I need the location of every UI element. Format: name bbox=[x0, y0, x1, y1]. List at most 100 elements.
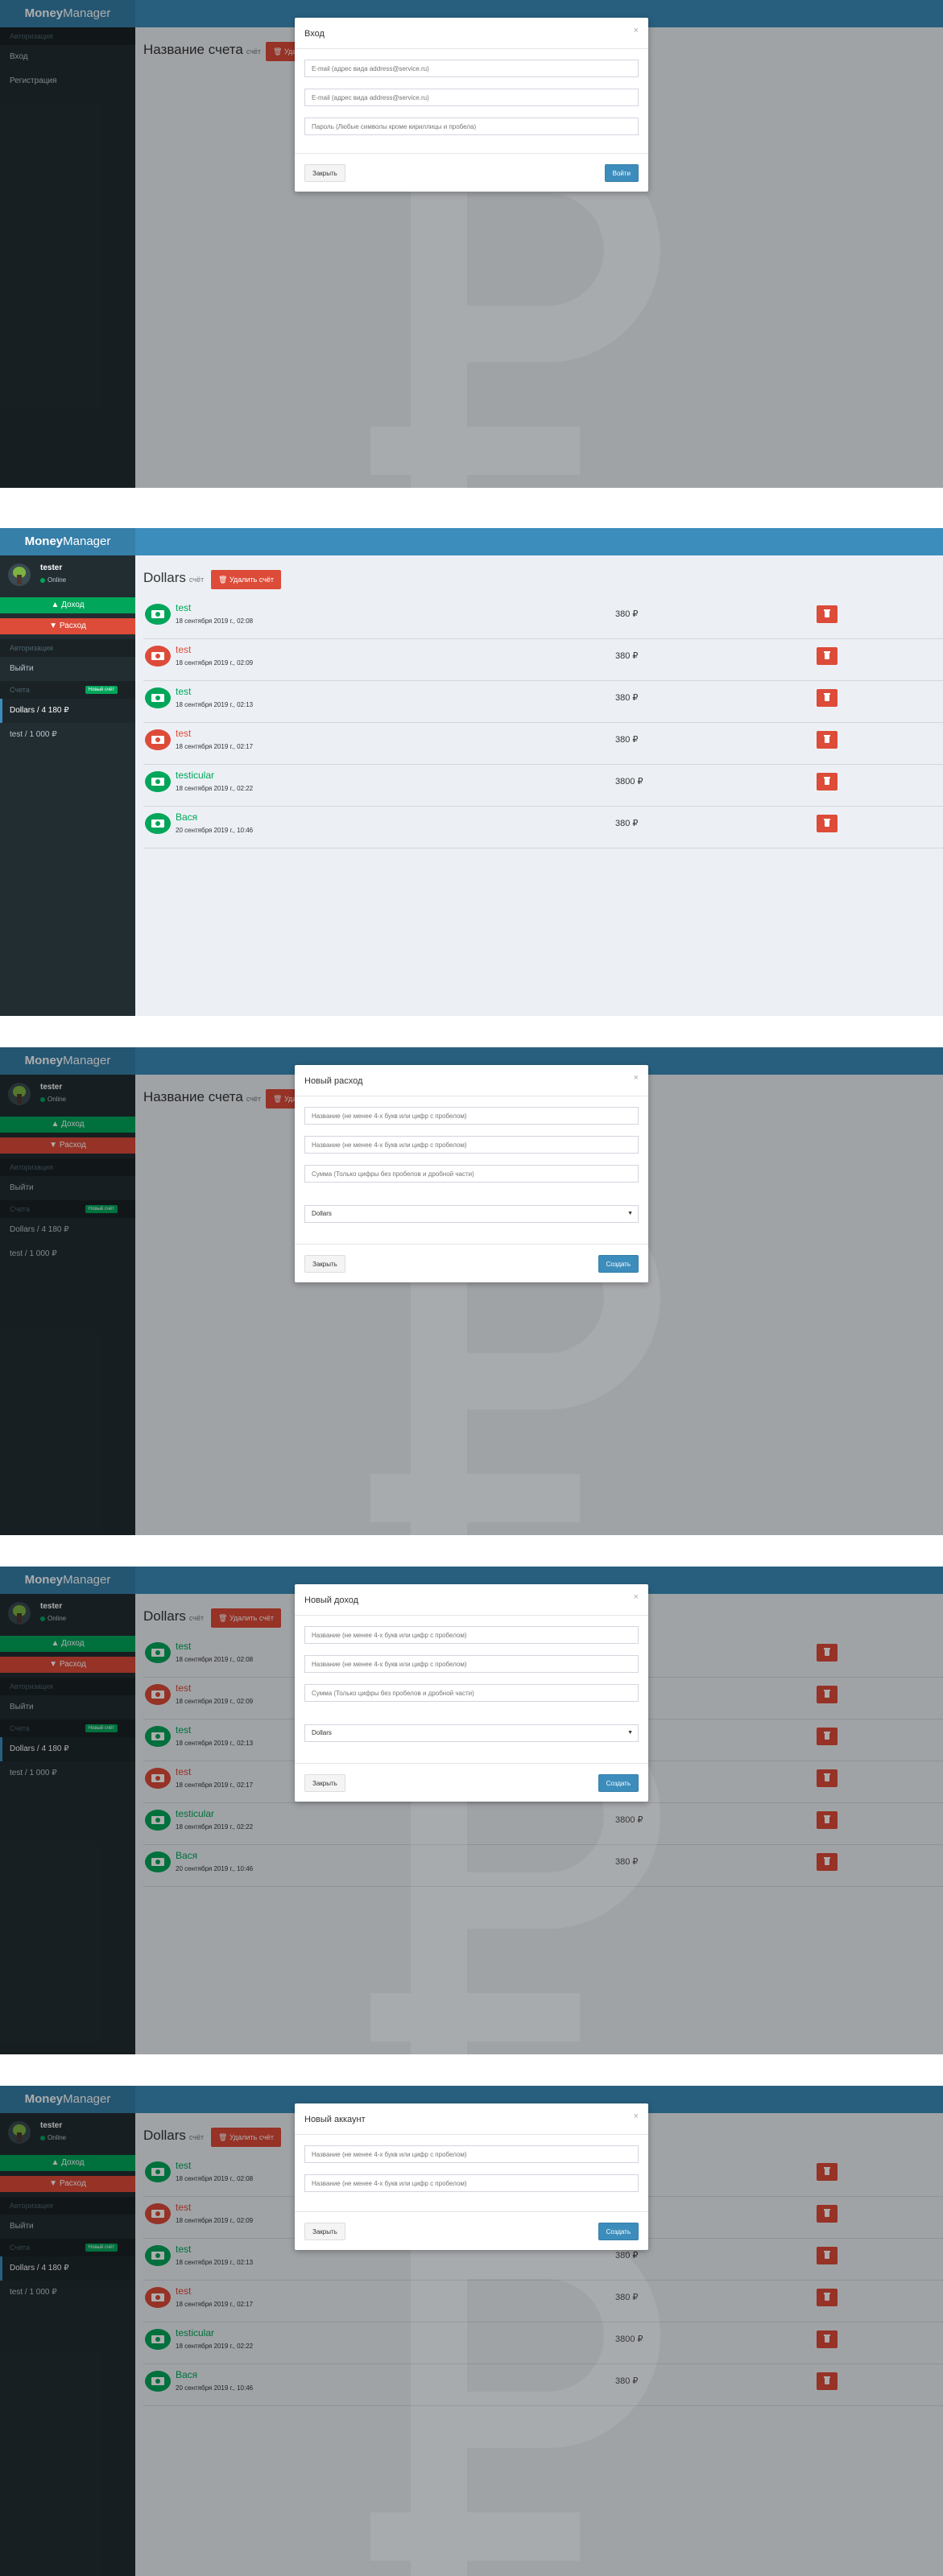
avatar bbox=[8, 564, 31, 586]
close-icon[interactable]: × bbox=[634, 1073, 639, 1083]
close-icon[interactable]: × bbox=[634, 26, 639, 35]
name-field[interactable] bbox=[304, 2145, 639, 2163]
name-field[interactable] bbox=[304, 1107, 639, 1125]
modal-title: Новый аккаунт bbox=[304, 2115, 366, 2124]
money-bill-icon bbox=[145, 687, 171, 708]
divider bbox=[295, 48, 648, 49]
delete-transaction-button[interactable] bbox=[817, 689, 838, 707]
transaction-name[interactable]: test bbox=[176, 728, 191, 739]
close-button[interactable]: Закрыть bbox=[304, 1255, 345, 1273]
divider bbox=[295, 1763, 648, 1764]
transaction-row: test 18 сентября 2019 г., 02:08 380 ₽ bbox=[143, 597, 943, 639]
close-button[interactable]: Закрыть bbox=[304, 164, 345, 182]
new-expense-modal: Новый расход × Dollars▼ Закрыть Создать bbox=[295, 1065, 648, 1282]
delete-transaction-button[interactable] bbox=[817, 647, 838, 665]
name-field[interactable] bbox=[304, 1626, 639, 1644]
delete-transaction-button[interactable] bbox=[817, 731, 838, 749]
sidebar: tester Online ▲ Доход ▼ Расход Авторизац… bbox=[0, 555, 135, 1016]
sum-field[interactable] bbox=[304, 1165, 639, 1183]
transaction-row: test 18 сентября 2019 г., 02:13 380 ₽ bbox=[143, 681, 943, 723]
screen-account: MoneyManager tester Online ▲ Доход ▼ Рас… bbox=[0, 528, 943, 1016]
user-name: tester bbox=[40, 564, 63, 572]
modal-title: Новый расход bbox=[304, 1076, 363, 1086]
app-logo[interactable]: MoneyManager bbox=[0, 528, 135, 555]
transaction-name[interactable]: test bbox=[176, 686, 191, 697]
top-navbar: MoneyManager bbox=[0, 528, 943, 555]
caret-down-icon: ▼ bbox=[627, 1730, 633, 1736]
sidebar-item-account[interactable]: test / 1 000 ₽ bbox=[0, 723, 135, 747]
transaction-row: test 18 сентября 2019 г., 02:17 380 ₽ bbox=[143, 723, 943, 765]
money-bill-icon bbox=[145, 604, 171, 625]
divider bbox=[295, 2134, 648, 2135]
transaction-amount: 380 ₽ bbox=[615, 819, 639, 828]
close-button[interactable]: Закрыть bbox=[304, 1774, 345, 1792]
user-status: Online bbox=[40, 576, 66, 584]
close-icon[interactable]: × bbox=[634, 2112, 639, 2121]
email-field[interactable] bbox=[304, 60, 639, 77]
delete-account-button[interactable]: 🗑 Удалить счёт bbox=[211, 570, 282, 589]
divider bbox=[295, 2211, 648, 2212]
delete-transaction-button[interactable] bbox=[817, 815, 838, 832]
thumbs-up-icon: ▲ bbox=[51, 601, 60, 609]
page-title: Dollars счёт bbox=[143, 570, 205, 585]
password-field[interactable] bbox=[304, 118, 639, 135]
transaction-name[interactable]: Вася bbox=[176, 811, 197, 823]
money-bill-icon bbox=[145, 771, 171, 792]
thumbs-down-icon: ▼ bbox=[49, 621, 58, 630]
name-second-field[interactable] bbox=[304, 2174, 639, 2192]
money-bill-icon bbox=[145, 813, 171, 834]
transaction-name[interactable]: test bbox=[176, 644, 191, 655]
delete-transaction-button[interactable] bbox=[817, 773, 838, 791]
transaction-amount: 380 ₽ bbox=[615, 609, 639, 619]
income-button[interactable]: ▲ Доход bbox=[0, 597, 135, 613]
create-button[interactable]: Создать bbox=[598, 2223, 639, 2240]
sum-field[interactable] bbox=[304, 1684, 639, 1702]
main-content: Dollars счёт 🗑 Удалить счёт test 18 сентяб… bbox=[135, 555, 943, 1016]
transaction-name[interactable]: testicular bbox=[176, 770, 214, 781]
sidebar-item-account[interactable]: Dollars / 4 180 ₽ bbox=[0, 699, 135, 723]
new-account-badge[interactable]: Новый счёт bbox=[85, 686, 118, 694]
ruble-watermark-icon bbox=[370, 2223, 660, 2576]
sidebar-header-auth: Авторизация bbox=[0, 639, 135, 657]
delete-transaction-button[interactable] bbox=[817, 605, 838, 623]
create-button[interactable]: Создать bbox=[598, 1255, 639, 1273]
email-confirm-field[interactable] bbox=[304, 89, 639, 106]
create-button[interactable]: Создать bbox=[598, 1774, 639, 1792]
transaction-amount: 380 ₽ bbox=[615, 651, 639, 661]
trash-icon: 🗑 bbox=[218, 576, 228, 584]
close-button[interactable]: Закрыть bbox=[304, 2223, 345, 2240]
transaction-date: 18 сентября 2019 г., 02:09 bbox=[176, 659, 254, 667]
transaction-amount: 380 ₽ bbox=[615, 735, 639, 745]
divider bbox=[295, 153, 648, 154]
account-select[interactable]: Dollars ▼ bbox=[304, 1205, 639, 1223]
new-income-modal: Новый доход × Dollars▼ Закрыть Создать bbox=[295, 1584, 648, 1802]
transaction-date: 18 сентября 2019 г., 02:13 bbox=[176, 701, 254, 708]
money-bill-icon bbox=[145, 729, 171, 750]
expense-button[interactable]: ▼ Расход bbox=[0, 618, 135, 634]
money-bill-icon bbox=[145, 646, 171, 667]
login-submit-button[interactable]: Войти bbox=[604, 164, 639, 182]
divider bbox=[295, 1615, 648, 1616]
screen-new-expense: MoneyManager tester Online ▲ Доход ▼ Рас… bbox=[0, 1047, 943, 1535]
online-dot-icon bbox=[40, 577, 45, 583]
screen-new-account: MoneyManager tester Online ▲ Доход ▼ Рас… bbox=[0, 2086, 943, 2576]
divider bbox=[295, 1244, 648, 1245]
modal-title: Вход bbox=[304, 29, 325, 39]
transaction-date: 18 сентября 2019 г., 02:17 bbox=[176, 743, 254, 750]
transaction-amount: 3800 ₽ bbox=[615, 777, 643, 786]
sidebar-item-logout[interactable]: Выйти bbox=[0, 657, 135, 681]
transaction-amount: 380 ₽ bbox=[615, 693, 639, 703]
caret-down-icon: ▼ bbox=[627, 1211, 633, 1216]
screen-login: MoneyManager Авторизация Вход Регистраци… bbox=[0, 0, 943, 488]
name-second-field[interactable] bbox=[304, 1655, 639, 1673]
close-icon[interactable]: × bbox=[634, 1592, 639, 1602]
name-second-field[interactable] bbox=[304, 1136, 639, 1154]
transaction-row: testicular 18 сентября 2019 г., 02:22 3800… bbox=[143, 765, 943, 807]
transaction-date: 18 сентября 2019 г., 02:22 bbox=[176, 785, 254, 792]
transaction-date: 20 сентября 2019 г., 10:46 bbox=[176, 827, 254, 834]
screen-new-income: MoneyManager tester Online ▲ Доход ▼ Рас… bbox=[0, 1567, 943, 2054]
new-account-modal: Новый аккаунт × Закрыть Создать bbox=[295, 2103, 648, 2250]
account-select[interactable]: Dollars ▼ bbox=[304, 1724, 639, 1742]
transaction-row: Вася 20 сентября 2019 г., 10:46 380 ₽ bbox=[143, 807, 943, 848]
transaction-name[interactable]: test bbox=[176, 602, 191, 613]
